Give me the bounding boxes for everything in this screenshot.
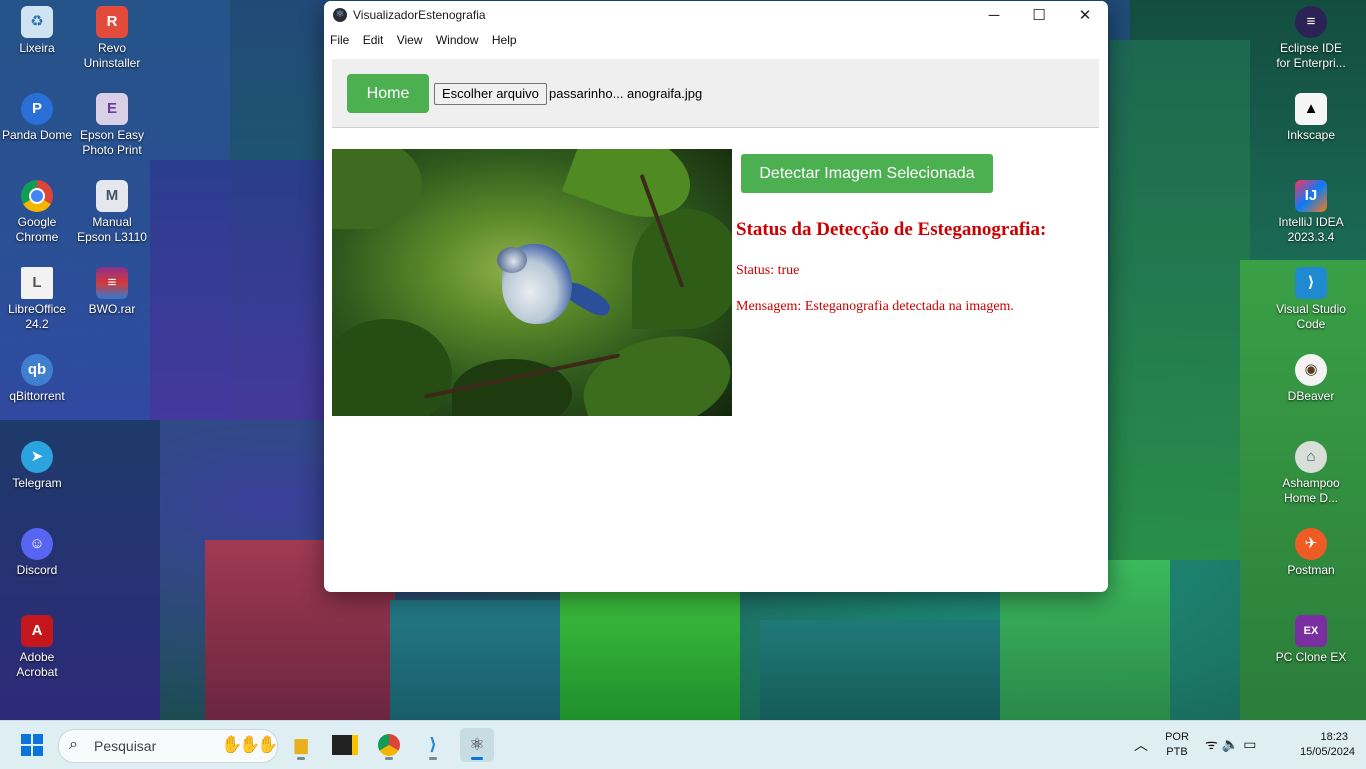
manual-icon: M xyxy=(96,180,128,212)
sticky-notes-icon xyxy=(332,735,358,755)
detect-image-button[interactable]: Detectar Imagem Selecionada xyxy=(741,154,993,193)
toolbar: Home Escolher arquivo passarinho... anog… xyxy=(332,59,1099,128)
title-bar[interactable]: ⚛ VisualizadorEstenografia ─ ☐ ✕ xyxy=(324,1,1108,30)
libreoffice-icon: L xyxy=(21,267,53,299)
detection-message: Mensagem: Esteganografia detectada na im… xyxy=(736,299,1014,314)
chrome-icon xyxy=(378,734,400,756)
desktop-icon-epson-photo[interactable]: E Epson Easy Photo Print xyxy=(75,93,149,158)
menu-window[interactable]: Window xyxy=(436,30,485,47)
desktop-icon-dbeaver[interactable]: ◉ DBeaver xyxy=(1274,354,1348,404)
menu-file[interactable]: File xyxy=(330,30,355,47)
taskbar-clock[interactable]: 18:23 15/05/2024 xyxy=(1300,730,1356,760)
eclipse-icon: ≡ xyxy=(1295,6,1327,38)
rar-icon: ≡ xyxy=(96,267,128,299)
qbittorrent-icon: qb xyxy=(21,354,53,386)
desktop-icon-bwo-rar[interactable]: ≡ BWO.rar xyxy=(75,267,149,317)
maximize-button[interactable]: ☐ xyxy=(1016,1,1062,30)
inkscape-icon: ▲ xyxy=(1295,93,1327,125)
desktop-icon-vscode[interactable]: ⟩ Visual Studio Code xyxy=(1274,267,1348,332)
acrobat-icon: A xyxy=(21,615,53,647)
discord-icon: ☺ xyxy=(21,528,53,560)
taskbar: ⌕ Pesquisar ✋✋✋ ▆ ⟩ ⚛ ︿ POR PTB ᯤ🔈▭ 18:2… xyxy=(0,720,1366,769)
search-placeholder: Pesquisar xyxy=(94,738,157,754)
desktop-icon-libreoffice[interactable]: L LibreOffice 24.2 xyxy=(0,267,74,332)
pcclone-icon: EX xyxy=(1295,615,1327,647)
clock-date: 15/05/2024 xyxy=(1300,746,1356,758)
desktop-icon-panda[interactable]: P Panda Dome xyxy=(0,93,74,143)
windows-logo-icon xyxy=(21,734,31,744)
desktop-icon-revo[interactable]: R Revo Uninstaller xyxy=(75,6,149,71)
desktop-icon-manual-epson[interactable]: M Manual Epson L3110 xyxy=(75,180,149,245)
revo-icon: R xyxy=(96,6,128,38)
selected-file-name: passarinho... anograifa.jpg xyxy=(549,86,703,101)
vscode-icon: ⟩ xyxy=(1295,267,1327,299)
vscode-icon: ⟩ xyxy=(429,735,437,754)
electron-app-icon: ⚛ xyxy=(333,8,347,22)
desktop-icon-acrobat[interactable]: A Adobe Acrobat xyxy=(0,615,74,680)
recycle-bin-icon: ♻ xyxy=(21,6,53,38)
taskbar-electron-app[interactable]: ⚛ xyxy=(460,728,494,762)
taskbar-vscode[interactable]: ⟩ xyxy=(416,728,450,762)
dbeaver-icon: ◉ xyxy=(1295,354,1327,386)
menu-edit[interactable]: Edit xyxy=(363,30,390,47)
menu-bar: File Edit View Window Help xyxy=(324,30,1108,52)
desktop-icon-discord[interactable]: ☺ Discord xyxy=(0,528,74,578)
search-highlight-icon: ✋✋✋ xyxy=(221,735,278,754)
input-language-indicator[interactable]: POR PTB xyxy=(1163,730,1191,760)
ashampoo-icon: ⌂ xyxy=(1295,441,1327,473)
desktop-icon-qbittorrent[interactable]: qb qBittorrent xyxy=(0,354,74,404)
app-window: ⚛ VisualizadorEstenografia ─ ☐ ✕ File Ed… xyxy=(324,1,1108,592)
intellij-icon: IJ xyxy=(1295,180,1327,212)
close-button[interactable]: ✕ xyxy=(1062,1,1108,30)
epson-photo-icon: E xyxy=(96,93,128,125)
detection-status-heading: Status da Detecção de Esteganografia: xyxy=(736,219,1047,240)
search-icon: ⌕ xyxy=(69,736,78,753)
battery-icon: ▭ xyxy=(1243,736,1261,752)
desktop-icon-inkscape[interactable]: ▲ Inkscape xyxy=(1274,93,1348,143)
taskbar-file-explorer[interactable]: ▆ xyxy=(284,728,318,762)
clock-time: 18:23 xyxy=(1320,731,1348,743)
detection-status-value: Status: true xyxy=(736,263,800,278)
start-button[interactable] xyxy=(21,734,43,756)
show-hidden-icons-chevron-icon[interactable]: ︿ xyxy=(1134,735,1148,755)
desktop-icon-pcclone[interactable]: EX PC Clone EX xyxy=(1274,615,1348,665)
taskbar-sticky-notes[interactable] xyxy=(328,728,362,762)
desktop-icon-telegram[interactable]: ➤ Telegram xyxy=(0,441,74,491)
choose-file-button[interactable]: Escolher arquivo xyxy=(434,83,547,105)
chrome-icon xyxy=(21,180,53,212)
desktop-icon-ashampoo[interactable]: ⌂ Ashampoo Home D... xyxy=(1274,441,1348,506)
desktop-icon-intellij[interactable]: IJ IntelliJ IDEA 2023.3.4 xyxy=(1274,180,1348,245)
taskbar-chrome[interactable] xyxy=(372,728,406,762)
desktop-icon-postman[interactable]: ✈ Postman xyxy=(1274,528,1348,578)
electron-app-icon: ⚛ xyxy=(469,735,485,754)
home-button[interactable]: Home xyxy=(347,74,429,113)
system-tray[interactable]: ᯤ🔈▭ xyxy=(1205,735,1260,754)
wifi-icon: ᯤ xyxy=(1205,736,1222,752)
menu-view[interactable]: View xyxy=(397,30,429,47)
panda-icon: P xyxy=(21,93,53,125)
desktop-icon-lixeira[interactable]: ♻ Lixeira xyxy=(0,6,74,56)
menu-help[interactable]: Help xyxy=(492,30,523,47)
telegram-icon: ➤ xyxy=(21,441,53,473)
postman-icon: ✈ xyxy=(1295,528,1327,560)
selected-image-preview xyxy=(332,149,732,416)
desktop-icon-eclipse[interactable]: ≡ Eclipse IDE for Enterpri... xyxy=(1274,6,1348,71)
desktop-icon-chrome[interactable]: Google Chrome xyxy=(0,180,74,245)
volume-icon: 🔈 xyxy=(1221,736,1244,752)
window-title: VisualizadorEstenografia xyxy=(353,8,486,22)
minimize-button[interactable]: ─ xyxy=(971,1,1017,30)
taskbar-search[interactable]: ⌕ Pesquisar ✋✋✋ xyxy=(58,729,278,763)
folder-icon: ▆ xyxy=(294,735,308,754)
